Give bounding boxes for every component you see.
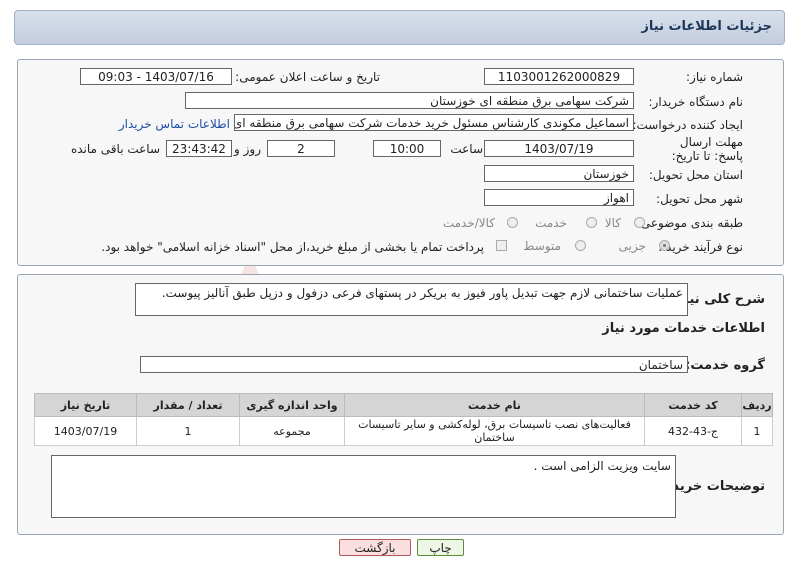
purchase-minor-label: جزیی [618, 239, 646, 253]
category-goods-service-label: کالا/خدمت [442, 216, 495, 230]
announce-label: تاریخ و ساعت اعلان عمومی: [235, 70, 380, 84]
col-header-index: ردیف [741, 393, 773, 417]
city-label: شهر محل تحویل: [656, 192, 743, 206]
announce-field: 1403/07/16 - 09:03 [80, 68, 232, 85]
cell-code: ج-43-432 [644, 416, 742, 446]
services-table: ردیف کد خدمت نام خدمت واحد اندازه گیری ت… [34, 393, 773, 446]
category-goods-radio[interactable] [634, 217, 645, 228]
table-row: 1 ج-43-432 فعالیت‌های نصب تاسیسات برق، ل… [34, 416, 773, 446]
days-label: روز و [234, 142, 261, 156]
treasury-checkbox[interactable] [496, 240, 507, 251]
service-group-field: ساختمان [140, 356, 688, 373]
purchase-medium-label: متوسط [523, 239, 561, 253]
deadline-time-label: ساعت [450, 142, 483, 156]
remaining-label: ساعت باقی مانده [70, 142, 160, 156]
contact-info-link[interactable]: اطلاعات تماس خریدار [119, 117, 230, 131]
purchase-medium-radio[interactable] [575, 240, 586, 251]
deadline-date-field: 1403/07/19 [484, 140, 634, 157]
col-header-unit: واحد اندازه گیری [239, 393, 345, 417]
print-button[interactable]: چاپ [417, 539, 464, 556]
col-header-date: تاریخ نیاز [34, 393, 137, 417]
category-service-radio[interactable] [586, 217, 597, 228]
purchase-minor-radio[interactable] [659, 240, 670, 251]
buyer-org-label: نام دستگاه خریدار: [648, 95, 744, 109]
province-field: خوزستان [484, 165, 634, 182]
category-label: طبقه بندی موضوعی: [636, 216, 743, 230]
summary-field: عملیات ساختمانی لازم جهت تبدیل پاور فیوز… [135, 283, 688, 316]
page-title: جزئیات اطلاعات نیاز [641, 19, 772, 34]
cell-qty: 1 [136, 416, 240, 446]
category-goods-service-radio[interactable] [507, 217, 518, 228]
payment-note: پرداخت تمام یا بخشی از مبلغ خرید،از محل … [101, 240, 484, 254]
cell-date: 1403/07/19 [34, 416, 137, 446]
col-header-qty: تعداد / مقدار [136, 393, 240, 417]
deadline-time-field: 10:00 [373, 140, 441, 157]
buyer-notes-field: سایت ویزیت الزامی است . [51, 455, 676, 518]
deadline-label: مهلت ارسال پاسخ: تا تاریخ: [671, 135, 743, 163]
table-header-row: ردیف کد خدمت نام خدمت واحد اندازه گیری ت… [34, 393, 773, 417]
service-group-label: گروه خدمت: [685, 358, 765, 373]
need-number-label: شماره نیاز: [686, 70, 743, 84]
province-label: استان محل تحویل: [648, 168, 743, 182]
creator-field: اسماعیل مکوندی کارشناس مسئول خرید خدمات … [234, 114, 634, 131]
services-heading: اطلاعات خدمات مورد نیاز [602, 321, 765, 336]
buyer-org-field: شرکت سهامی برق منطقه ای خوزستان [185, 92, 634, 109]
back-button[interactable]: بازگشت [339, 539, 411, 556]
page-header: جزئیات اطلاعات نیاز [14, 10, 785, 45]
cell-name: فعالیت‌های نصب تاسیسات برق، لوله‌کشی و س… [344, 416, 645, 446]
remaining-time-field: 23:43:42 [166, 140, 232, 157]
purchase-type-label: نوع فرآیند خرید : [658, 240, 743, 254]
cell-index: 1 [741, 416, 773, 446]
city-field: اهواز [484, 189, 634, 206]
cell-unit: مجموعه [239, 416, 345, 446]
days-field: 2 [267, 140, 335, 157]
col-header-code: کد خدمت [644, 393, 742, 417]
need-number-field: 1103001262000829 [484, 68, 634, 85]
col-header-name: نام خدمت [344, 393, 645, 417]
creator-label: ایجاد کننده درخواست: [632, 118, 743, 132]
category-service-label: خدمت [535, 216, 567, 230]
category-goods-label: کالا [604, 216, 621, 230]
